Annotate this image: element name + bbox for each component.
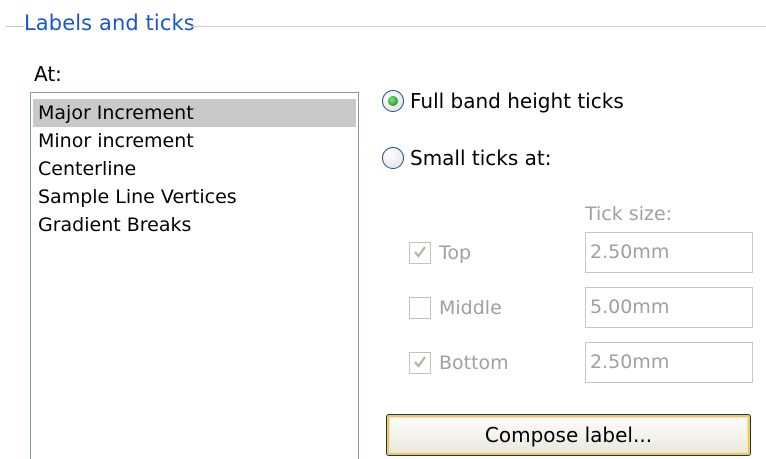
list-item[interactable]: Centerline [33,155,356,183]
radio-selected-dot [388,96,398,106]
bottom-checkbox-label: Bottom [439,352,509,374]
middle-checkbox-row[interactable]: Middle [409,294,502,322]
tick-size-label: Tick size: [585,203,673,225]
bottom-checkbox-row[interactable]: Bottom [409,349,509,377]
at-listbox[interactable]: Major Increment Minor increment Centerli… [30,92,359,459]
checkmark-icon [414,356,426,368]
at-label: At: [34,62,62,86]
middle-checkbox-label: Middle [439,297,502,319]
middle-tick-size-field[interactable]: 5.00mm [585,287,753,328]
list-item[interactable]: Gradient Breaks [33,211,356,239]
list-item[interactable]: Major Increment [33,99,356,127]
full-band-radio[interactable] [382,90,404,112]
group-border-top [190,26,766,27]
small-ticks-radio[interactable] [382,147,404,169]
top-tick-size-field[interactable]: 2.50mm [585,232,753,273]
compose-label-button[interactable]: Compose label... [386,414,751,456]
top-checkbox-label: Top [439,242,472,264]
top-checkbox-row[interactable]: Top [409,239,471,267]
small-ticks-radio-label[interactable]: Small ticks at: [410,144,552,172]
list-item[interactable]: Minor increment [33,127,356,155]
list-item[interactable]: Sample Line Vertices [33,183,356,211]
bottom-tick-size-field[interactable]: 2.50mm [585,342,753,383]
group-title: Labels and ticks [24,11,195,35]
full-band-radio-label[interactable]: Full band height ticks [410,87,624,115]
small-ticks-radio-row[interactable]: Small ticks at: [382,144,552,172]
group-border-left [6,26,24,27]
top-checkbox[interactable] [409,242,431,264]
bottom-checkbox[interactable] [409,352,431,374]
full-band-radio-row[interactable]: Full band height ticks [382,87,624,115]
middle-checkbox[interactable] [409,297,431,319]
checkmark-icon [414,246,426,258]
